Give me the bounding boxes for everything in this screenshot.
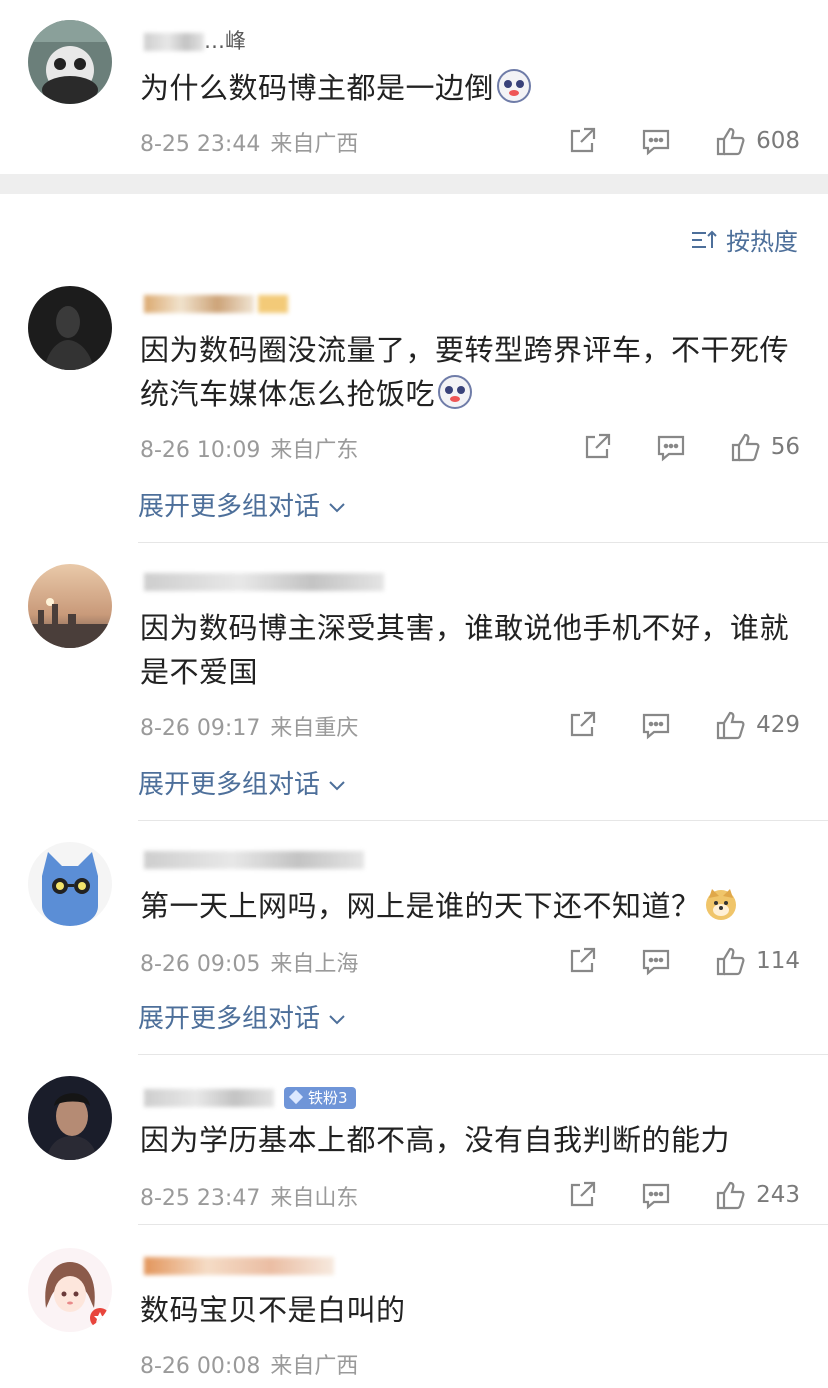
comment-icon[interactable] <box>655 431 687 463</box>
comment-item: 第一天上网吗，网上是谁的天下还不知道？ 8-26 09:05 来自上海 114 展… <box>0 826 828 1056</box>
share-icon[interactable] <box>566 1179 598 1211</box>
comment-text: 数码宝贝不是白叫的 <box>140 1293 406 1327</box>
timestamp: 8-25 23:47 <box>140 1186 261 1211</box>
comment-text: 第一天上网吗，网上是谁的天下还不知道？ <box>140 884 800 928</box>
share-icon[interactable] <box>566 709 598 741</box>
username[interactable] <box>140 568 384 594</box>
avatar[interactable] <box>28 286 112 370</box>
timestamp: 8-26 09:17 <box>140 716 261 741</box>
share-icon[interactable] <box>566 945 598 977</box>
share-icon[interactable] <box>581 431 613 463</box>
timestamp: 8-26 10:09 <box>140 438 261 463</box>
divider <box>138 820 828 821</box>
comment-icon[interactable] <box>640 709 672 741</box>
like-count: 114 <box>756 948 800 974</box>
username[interactable] <box>140 1252 334 1278</box>
redacted-name <box>144 295 254 313</box>
comment-text: 为什么数码博主都是一边倒 <box>140 66 800 110</box>
husky-emoji-icon <box>437 374 473 410</box>
divider <box>138 1224 828 1225</box>
username[interactable] <box>140 846 364 872</box>
section-divider <box>0 174 828 194</box>
redacted-name <box>144 33 204 51</box>
divider <box>138 1054 828 1055</box>
comment-meta: 8-25 23:44 来自广西 <box>140 126 358 158</box>
thumbs-up-icon[interactable] <box>729 431 761 463</box>
comment-meta: 8-26 00:08 来自广西 <box>140 1348 358 1380</box>
timestamp: 8-26 09:05 <box>140 952 261 977</box>
username[interactable] <box>140 290 288 316</box>
timestamp: 8-25 23:44 <box>140 132 261 157</box>
fan-badge: 铁粉3 <box>284 1087 356 1109</box>
chevron-down-icon <box>329 1014 345 1024</box>
redacted-name <box>144 1089 274 1107</box>
location: 来自山东 <box>270 1186 359 1211</box>
timestamp: 8-26 00:08 <box>140 1354 261 1379</box>
comment-icon[interactable] <box>640 1179 672 1211</box>
comment-meta: 8-26 09:05 来自上海 <box>140 946 358 978</box>
comment-icon[interactable] <box>640 945 672 977</box>
redacted-name <box>144 573 384 591</box>
sort-label: 按热度 <box>726 228 798 256</box>
avatar[interactable] <box>28 1076 112 1160</box>
chevron-down-icon <box>329 502 345 512</box>
comment-actions: 243 <box>566 1178 800 1212</box>
comment-item: 数码宝贝不是白叫的 8-26 00:08 来自广西 <box>0 1232 828 1388</box>
doge-emoji-icon <box>703 886 739 922</box>
husky-emoji-icon <box>496 68 532 104</box>
avatar[interactable] <box>28 20 112 104</box>
avatar[interactable] <box>28 842 112 926</box>
avatar[interactable] <box>28 564 112 648</box>
share-icon[interactable] <box>566 125 598 157</box>
comment-actions: 114 <box>566 944 800 978</box>
location: 来自广东 <box>270 438 359 463</box>
comment-actions: 56 <box>581 430 800 464</box>
expand-replies-link[interactable]: 展开更多组对话 <box>138 764 346 801</box>
comment-text: 因为学历基本上都不高，没有自我判断的能力 <box>140 1123 731 1157</box>
comment-item: …峰 为什么数码博主都是一边倒 8-25 23:44 来自广西 608 <box>0 0 828 174</box>
like-count: 243 <box>756 1182 800 1208</box>
like-count: 56 <box>770 434 800 460</box>
thumbs-up-icon[interactable] <box>714 125 746 157</box>
comment-meta: 8-26 09:17 来自重庆 <box>140 710 358 742</box>
comment-item: 因为数码博主深受其害，谁敢说他手机不好，谁就是不爱国 8-26 09:17 来自重… <box>0 548 828 821</box>
sort-icon <box>692 230 717 248</box>
chevron-down-icon <box>329 780 345 790</box>
comment-item: 因为数码圈没流量了，要转型跨界评车，不干死传统汽车媒体怎么抢饭吃 8-26 10… <box>0 270 828 543</box>
comment-text: 因为数码博主深受其害，谁敢说他手机不好，谁就是不爱国 <box>140 611 790 689</box>
like-count: 608 <box>756 128 800 154</box>
divider <box>138 542 828 543</box>
thumbs-up-icon[interactable] <box>714 709 746 741</box>
comment-item: 铁粉3 因为学历基本上都不高，没有自我判断的能力 8-25 23:47 来自山东 … <box>0 1062 828 1226</box>
location: 来自上海 <box>270 952 359 977</box>
location: 来自广西 <box>270 1354 359 1379</box>
comment-meta: 8-25 23:47 来自山东 <box>140 1180 358 1212</box>
redacted-name <box>144 1257 334 1275</box>
redacted-name <box>144 851 364 869</box>
location: 来自重庆 <box>270 716 359 741</box>
expand-replies-link[interactable]: 展开更多组对话 <box>138 486 346 523</box>
location: 来自广西 <box>270 132 359 157</box>
comment-meta: 8-26 10:09 来自广东 <box>140 432 358 464</box>
thumbs-up-icon[interactable] <box>714 1179 746 1211</box>
comment-icon[interactable] <box>640 125 672 157</box>
thumbs-up-icon[interactable] <box>714 945 746 977</box>
username[interactable]: …峰 <box>140 28 246 54</box>
comment-actions: 608 <box>566 124 800 158</box>
expand-replies-link[interactable]: 展开更多组对话 <box>138 998 346 1035</box>
comment-actions: 429 <box>566 708 800 742</box>
comment-text: 因为数码圈没流量了，要转型跨界评车，不干死传统汽车媒体怎么抢饭吃 <box>140 333 790 411</box>
sort-button[interactable]: 按热度 <box>690 222 798 257</box>
like-count: 429 <box>756 712 800 738</box>
avatar[interactable] <box>28 1248 112 1332</box>
username[interactable]: 铁粉3 <box>140 1084 356 1110</box>
